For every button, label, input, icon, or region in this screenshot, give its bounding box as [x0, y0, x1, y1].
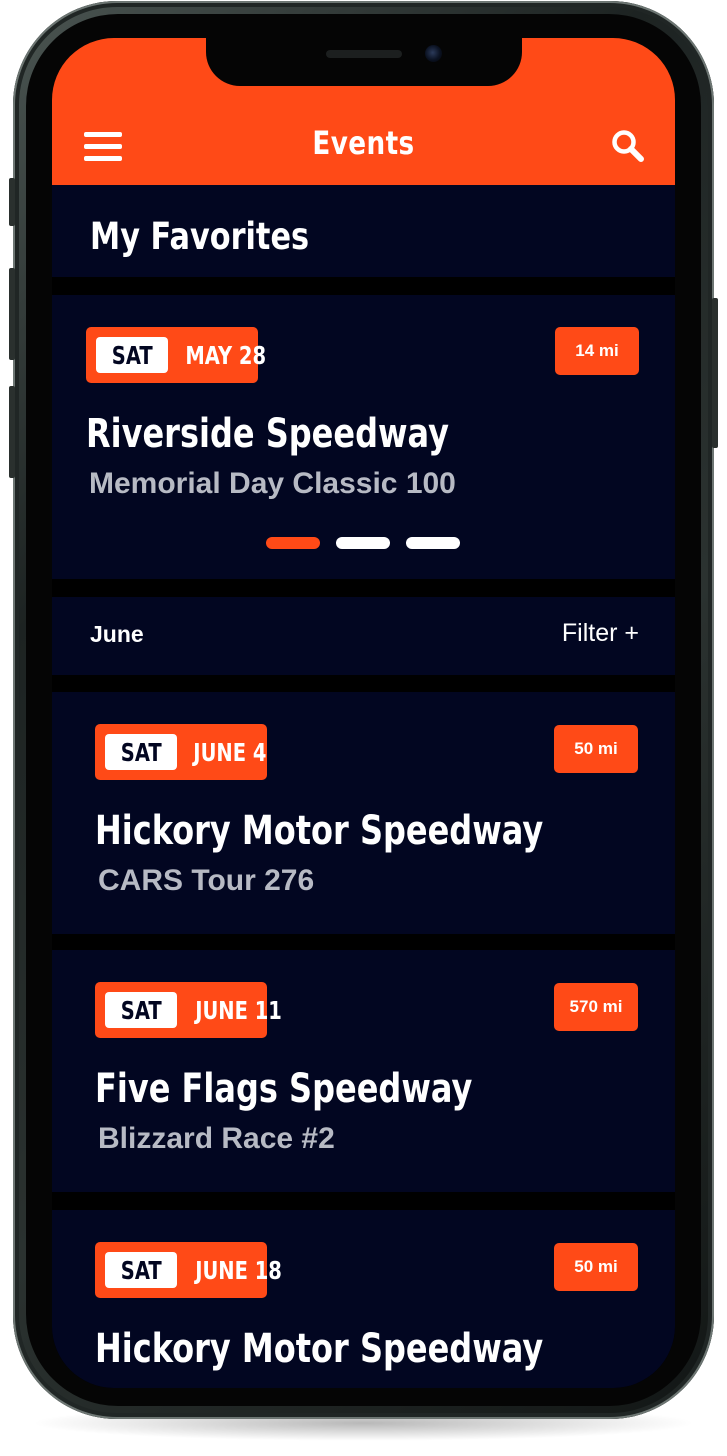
day-of-week-badge: SAT	[105, 1252, 178, 1288]
venue-name: Hickory Motor Speedway	[95, 808, 544, 854]
day-of-week-badge: SAT	[105, 734, 178, 770]
carousel-dot-1[interactable]	[266, 537, 320, 549]
event-name: Memorial Day Classic 100	[89, 467, 456, 500]
distance-badge: 50 mi	[554, 725, 638, 773]
event-card[interactable]: SAT JUNE 4 50 mi Hickory Motor Speedway …	[52, 692, 675, 934]
distance-badge: 14 mi	[555, 327, 639, 375]
event-date: JUNE 18	[195, 1255, 283, 1285]
carousel-dot-3[interactable]	[406, 537, 460, 549]
date-chip: SAT JUNE 18	[95, 1242, 282, 1298]
event-date: MAY 28	[185, 340, 267, 370]
phone-power-button	[712, 298, 718, 448]
venue-name: Riverside Speedway	[86, 411, 450, 457]
phone-silent-switch	[9, 178, 15, 226]
distance-badge: 50 mi	[554, 1243, 638, 1291]
phone-notch	[206, 38, 522, 86]
phone-volume-up	[9, 268, 15, 360]
day-of-week-badge: SAT	[96, 337, 169, 373]
search-icon[interactable]	[610, 128, 646, 164]
filter-button[interactable]: Filter +	[562, 619, 639, 648]
phone-volume-down	[9, 386, 15, 478]
event-date: JUNE 11	[195, 995, 283, 1025]
favorites-title: My Favorites	[90, 215, 310, 258]
favorite-event-card[interactable]: SAT MAY 28 14 mi Riverside Speedway Memo…	[52, 295, 675, 579]
date-chip: SAT MAY 28	[86, 327, 267, 383]
distance-badge: 570 mi	[554, 983, 638, 1031]
day-of-week-badge: SAT	[105, 992, 178, 1028]
venue-name: Five Flags Speedway	[95, 1066, 473, 1112]
favorites-header: My Favorites	[52, 185, 675, 277]
month-label: June	[90, 621, 144, 647]
month-filter-bar: June Filter +	[52, 597, 675, 675]
event-date: JUNE 4	[193, 737, 267, 767]
event-name: CARS Tour 276	[98, 864, 315, 897]
event-name: Blizzard Race #2	[98, 1122, 335, 1155]
phone-speaker	[326, 50, 402, 58]
date-chip: SAT JUNE 11	[95, 982, 282, 1038]
date-chip: SAT JUNE 4	[95, 724, 267, 780]
page-title: Events	[312, 124, 415, 162]
venue-name: Hickory Motor Speedway	[95, 1326, 544, 1372]
front-camera	[425, 45, 442, 62]
phone-screen: Events My Favorites SAT MAY 28 14 mi Riv…	[52, 38, 675, 1388]
carousel-dot-2[interactable]	[336, 537, 390, 549]
event-card[interactable]: SAT JUNE 11 570 mi Five Flags Speedway B…	[52, 950, 675, 1192]
event-card[interactable]: SAT JUNE 18 50 mi Hickory Motor Speedway	[52, 1210, 675, 1388]
